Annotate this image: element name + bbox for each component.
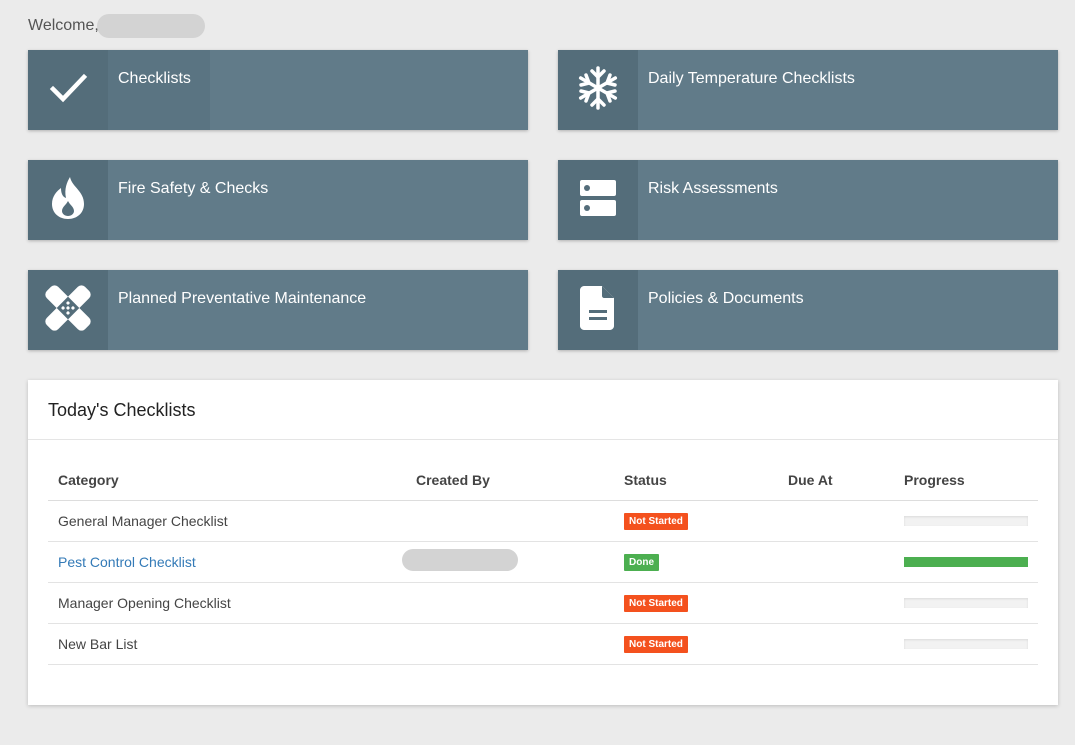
category-cell: Pest Control Checklist <box>48 541 406 583</box>
tile-label: Planned Preventative Maintenance <box>118 290 367 307</box>
table-row[interactable]: New Bar List Not Started <box>48 623 1038 665</box>
status-cell: Not Started <box>614 500 778 542</box>
table-row[interactable]: Pest Control Checklist Done <box>48 541 1038 583</box>
status-cell: Not Started <box>614 623 778 665</box>
created-by-cell <box>406 582 614 624</box>
tile-icon-box <box>558 50 638 130</box>
tile-label: Fire Safety & Checks <box>118 180 269 197</box>
status-badge: Not Started <box>624 595 688 612</box>
created-by-cell <box>402 541 614 583</box>
column-header-category: Category <box>48 460 406 501</box>
tile-fire-safety[interactable]: Fire Safety & Checks <box>28 160 528 240</box>
progress-cell <box>894 541 1038 583</box>
progress-bar <box>904 515 1028 526</box>
flame-icon <box>48 175 88 226</box>
progress-cell <box>894 582 1038 624</box>
table-header-row: Category Created By Status Due At Progre… <box>48 460 1038 501</box>
panel-title: Today's Checklists <box>48 400 196 420</box>
progress-bar <box>904 638 1028 649</box>
column-header-due-at: Due At <box>778 460 894 501</box>
due-at-cell <box>778 500 894 542</box>
column-header-progress: Progress <box>894 460 1038 501</box>
redacted-creator <box>402 549 518 571</box>
checkmark-icon <box>48 68 88 113</box>
tile-planned-preventative-maintenance[interactable]: Planned Preventative Maintenance <box>28 270 528 350</box>
tile-label: Risk Assessments <box>648 180 778 197</box>
redacted-username <box>96 14 205 38</box>
due-at-cell <box>778 541 894 583</box>
due-at-cell <box>778 623 894 665</box>
snowflake-icon <box>576 65 620 115</box>
divider <box>28 439 1058 440</box>
tile-label: Policies & Documents <box>648 290 804 307</box>
tile-hover-shade <box>108 50 210 130</box>
tile-icon-box <box>28 270 108 350</box>
status-badge: Not Started <box>624 636 688 653</box>
column-header-created-by: Created By <box>406 460 614 501</box>
table-row[interactable]: Manager Opening Checklist Not Started <box>48 582 1038 624</box>
progress-cell <box>894 500 1038 542</box>
checklists-table: Category Created By Status Due At Progre… <box>48 460 1038 665</box>
progress-bar <box>904 597 1028 608</box>
status-badge: Done <box>624 554 659 571</box>
category-link[interactable]: Pest Control Checklist <box>58 554 196 570</box>
tile-icon-box <box>28 160 108 240</box>
bandage-icon <box>45 284 91 336</box>
welcome-text: Welcome, <box>28 17 99 34</box>
category-cell: Manager Opening Checklist <box>48 582 406 624</box>
progress-fill <box>904 556 1028 567</box>
tile-checklists[interactable]: Checklists <box>28 50 528 130</box>
todays-checklists-panel: Today's Checklists Category Created By S… <box>28 380 1058 705</box>
tile-icon-box <box>28 50 108 130</box>
created-by-cell <box>406 623 614 665</box>
created-by-cell <box>406 500 614 542</box>
server-icon <box>578 178 618 223</box>
status-cell: Not Started <box>614 582 778 624</box>
category-cell: New Bar List <box>48 623 406 665</box>
category-cell: General Manager Checklist <box>48 500 406 542</box>
tile-policies-documents[interactable]: Policies & Documents <box>558 270 1058 350</box>
progress-bar <box>904 556 1028 567</box>
column-header-status: Status <box>614 460 778 501</box>
tile-icon-box <box>558 160 638 240</box>
status-badge: Not Started <box>624 513 688 530</box>
tile-label: Checklists <box>118 70 191 87</box>
progress-cell <box>894 623 1038 665</box>
tile-label: Daily Temperature Checklists <box>648 70 855 87</box>
document-icon <box>580 285 616 335</box>
tile-icon-box <box>558 270 638 350</box>
welcome-message: Welcome, <box>28 14 205 38</box>
tile-risk-assessments[interactable]: Risk Assessments <box>558 160 1058 240</box>
status-cell: Done <box>614 541 778 583</box>
tile-daily-temperature-checklists[interactable]: Daily Temperature Checklists <box>558 50 1058 130</box>
due-at-cell <box>778 582 894 624</box>
table-row[interactable]: General Manager Checklist Not Started <box>48 500 1038 542</box>
